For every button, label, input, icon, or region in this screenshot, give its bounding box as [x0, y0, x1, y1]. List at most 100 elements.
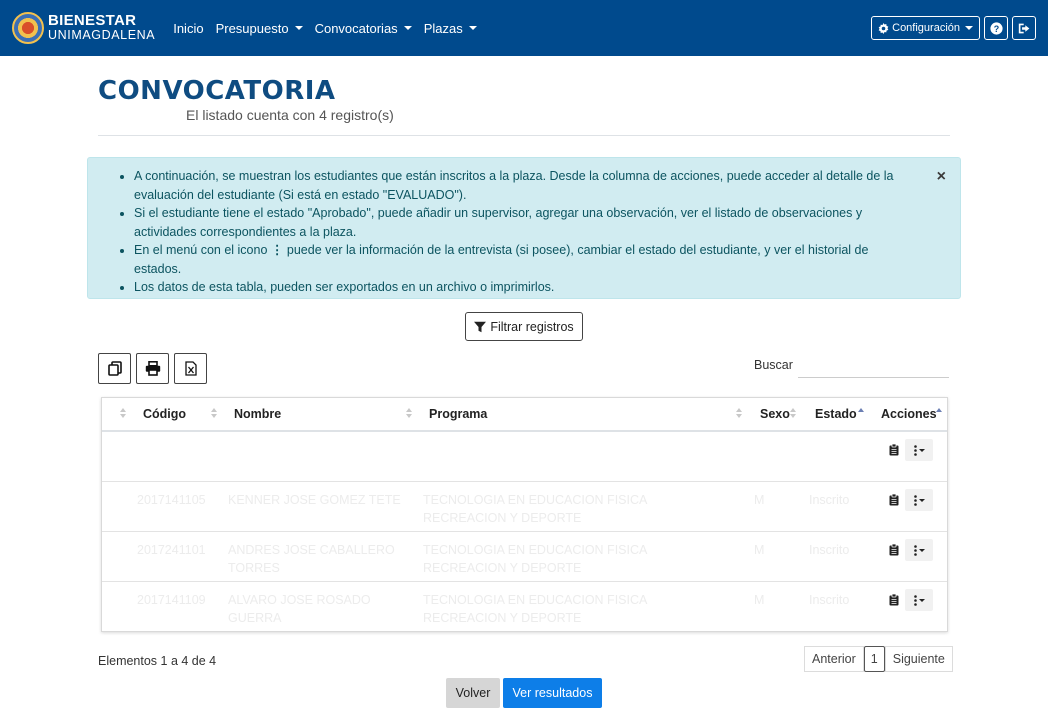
copy-button[interactable] [98, 353, 131, 384]
table-info: Elementos 1 a 4 de 4 [98, 654, 217, 668]
row-actions-menu-button[interactable] [905, 439, 933, 461]
cell-codigo: 2017141105 [137, 493, 206, 507]
clipboard-button[interactable] [886, 491, 902, 509]
sort-icon [120, 408, 126, 420]
caret-down-icon [294, 26, 303, 30]
search-label: Buscar [754, 358, 793, 372]
cell-estado: Inscrito [809, 493, 850, 507]
info-item: A continuación, se muestran los estudian… [134, 167, 900, 204]
print-icon [145, 361, 160, 376]
caret-down-icon [965, 26, 973, 30]
sort-icon [790, 408, 796, 420]
cell-nombre: ANDRES JOSE CABALLERO TORRES [228, 543, 395, 575]
clipboard-icon [889, 544, 899, 556]
kebab-menu-icon [913, 494, 917, 506]
brand-name: BIENESTAR [48, 12, 137, 29]
divider [98, 135, 950, 136]
cell-programa: TECNOLOGIA EN EDUCACION FISICA RECREACIO… [423, 593, 647, 625]
column-header-select[interactable] [102, 398, 134, 430]
column-header-acciones[interactable]: Acciones [881, 398, 947, 430]
close-icon[interactable]: × [937, 168, 946, 187]
cell-sexo: M [754, 493, 765, 507]
row-actions-menu-button[interactable] [905, 539, 933, 561]
logout-button[interactable] [1012, 16, 1036, 40]
column-header-programa[interactable]: Programa [429, 398, 744, 430]
clipboard-icon [889, 594, 899, 606]
clipboard-button[interactable] [886, 441, 902, 459]
caret-down-icon [918, 598, 925, 602]
nav-presupuesto[interactable]: Presupuesto [210, 21, 309, 36]
info-item: Los datos de esta tabla, pueden ser expo… [134, 278, 900, 297]
print-button[interactable] [136, 353, 169, 384]
nav-right-actions: Configuración ? [871, 16, 1036, 40]
top-navbar: BIENESTAR UNIMAGDALENA Inicio Presupuest… [0, 0, 1048, 56]
table-row: 2017141109 ALVARO JOSE ROSADO GUERRA TEC… [102, 582, 947, 632]
pagination-next[interactable]: Siguiente [884, 646, 953, 672]
clipboard-button[interactable] [886, 591, 902, 609]
nav-convocatorias[interactable]: Convocatorias [309, 21, 418, 36]
row-actions-menu-button[interactable] [905, 489, 933, 511]
cell-nombre: ALVARO JOSE ROSADO GUERRA [228, 593, 371, 625]
caret-down-icon [468, 26, 477, 30]
clipboard-button[interactable] [886, 541, 902, 559]
sign-out-icon [1018, 23, 1029, 33]
cell-estado: Inscrito [809, 593, 850, 607]
table-row: 2017141105 KENNER JOSE GOMEZ TETE TECNOL… [102, 482, 947, 532]
cell-estado: Inscrito [809, 543, 850, 557]
kebab-menu-icon [913, 594, 917, 606]
config-dropdown-button[interactable]: Configuración [871, 16, 980, 40]
university-logo-icon [12, 12, 44, 44]
svg-text:?: ? [993, 23, 998, 33]
search-input[interactable] [798, 352, 949, 378]
column-header-estado[interactable]: Estado [815, 398, 865, 430]
info-alert: A continuación, se muestran los estudian… [87, 157, 961, 299]
nav-links: Inicio Presupuesto Convocatorias Plazas [167, 21, 483, 36]
nav-plazas[interactable]: Plazas [418, 21, 483, 36]
sort-icon [211, 408, 217, 420]
info-item: Si el estudiante tiene el estado "Aproba… [134, 204, 900, 241]
copy-icon [107, 361, 122, 376]
pagination-prev[interactable]: Anterior [804, 646, 864, 672]
info-item: En el menú con el icono ⋮ puede ver la i… [134, 241, 900, 278]
cell-programa: TECNOLOGIA EN EDUCACION FISICA RECREACIO… [423, 493, 647, 525]
question-circle-icon: ? [989, 21, 1003, 35]
students-table: Código Nombre Programa Sexo Estado Accio… [101, 397, 948, 632]
sort-asc-icon [858, 408, 864, 420]
caret-down-icon [403, 26, 412, 30]
cell-nombre: KENNER JOSE GOMEZ TETE [228, 493, 401, 507]
column-header-nombre[interactable]: Nombre [234, 398, 414, 430]
column-header-codigo[interactable]: Código [143, 398, 223, 430]
caret-down-icon [918, 448, 925, 452]
pagination-page-1[interactable]: 1 [863, 646, 885, 672]
kebab-icon: ⋮ [270, 243, 284, 257]
clipboard-icon [889, 444, 899, 456]
back-button[interactable]: Volver [446, 678, 500, 708]
cell-codigo: 2017141109 [137, 593, 206, 607]
gear-icon [878, 22, 889, 34]
excel-export-button[interactable] [174, 353, 207, 384]
row-actions-menu-button[interactable] [905, 589, 933, 611]
column-header-sexo[interactable]: Sexo [760, 398, 800, 430]
sort-icon [736, 408, 742, 420]
page-subtitle: El listado cuenta con 4 registro(s) [186, 107, 394, 123]
clipboard-icon [889, 494, 899, 506]
info-list: A continuación, se muestran los estudian… [88, 167, 960, 297]
cell-programa: TECNOLOGIA EN EDUCACION FISICA RECREACIO… [423, 543, 647, 575]
cell-sexo: M [754, 543, 765, 557]
view-results-button[interactable]: Ver resultados [503, 678, 602, 708]
nav-inicio[interactable]: Inicio [167, 21, 209, 36]
help-button[interactable]: ? [984, 16, 1008, 40]
cell-codigo: 2017241101 [137, 543, 206, 557]
kebab-menu-icon [913, 544, 917, 556]
sort-icon [406, 408, 412, 420]
caret-down-icon [918, 498, 925, 502]
table-header: Código Nombre Programa Sexo Estado Accio… [102, 398, 947, 432]
kebab-menu-icon [913, 444, 917, 456]
filter-icon [474, 321, 487, 332]
table-row: 2017241101 ANDRES JOSE CABALLERO TORRES … [102, 532, 947, 582]
filter-records-button[interactable]: Filtrar registros [465, 312, 583, 341]
page-title: CONVOCATORIA [98, 76, 336, 106]
excel-icon [184, 361, 197, 376]
brand[interactable]: BIENESTAR UNIMAGDALENA [12, 12, 155, 44]
cell-sexo: M [754, 593, 765, 607]
